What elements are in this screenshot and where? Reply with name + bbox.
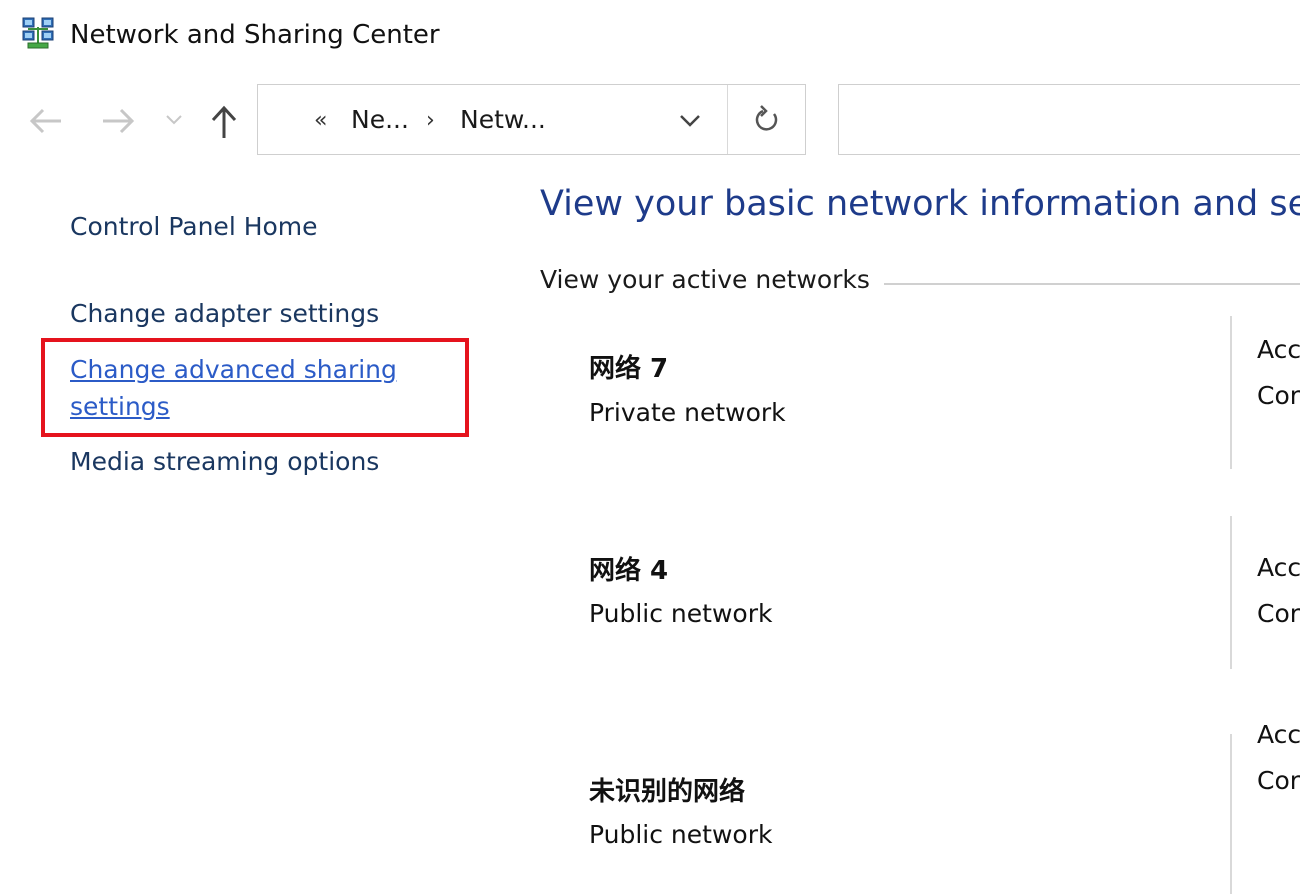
search-input[interactable]	[838, 84, 1300, 155]
access-type-label: Acc	[1257, 553, 1300, 582]
change-adapter-settings-link[interactable]: Change adapter settings	[70, 295, 379, 332]
back-arrow-icon	[29, 107, 63, 135]
network-name: 网络 7	[589, 354, 669, 384]
network-sharing-center-window: Network and Sharing Center « Ne... › Net…	[0, 0, 1300, 894]
forward-button[interactable]	[98, 104, 138, 138]
chevron-down-icon	[166, 115, 182, 125]
section-divider	[884, 283, 1300, 285]
connections-label: Cor	[1257, 599, 1300, 628]
refresh-icon	[754, 104, 780, 135]
network-divider	[1230, 316, 1232, 469]
active-networks-label: View your active networks	[540, 263, 882, 297]
refresh-button[interactable]	[728, 85, 806, 154]
access-type-label: Acc	[1257, 335, 1300, 364]
breadcrumb-item[interactable]: Netw...	[460, 104, 546, 136]
access-type-label: Acc	[1257, 720, 1300, 749]
network-name: 网络 4	[589, 556, 669, 586]
breadcrumb-separator[interactable]: ›	[426, 107, 435, 135]
network-name: 未识别的网络	[589, 777, 746, 807]
page-title: View your basic network information and …	[540, 184, 1300, 224]
chevron-down-icon	[679, 114, 701, 128]
connections-label: Cor	[1257, 381, 1300, 410]
control-panel-home-link[interactable]: Control Panel Home	[70, 208, 318, 245]
address-dropdown-button[interactable]	[672, 109, 708, 133]
forward-arrow-icon	[101, 107, 135, 135]
network-type: Public network	[589, 820, 773, 849]
media-streaming-options-link[interactable]: Media streaming options	[70, 443, 379, 480]
up-arrow-icon	[210, 105, 238, 139]
title-bar: Network and Sharing Center	[0, 0, 1300, 72]
breadcrumb-item[interactable]: Ne...	[351, 104, 409, 136]
connections-label: Cor	[1257, 766, 1300, 795]
window-title: Network and Sharing Center	[70, 20, 440, 50]
network-divider	[1230, 516, 1232, 669]
overflow-marker[interactable]: «	[314, 107, 327, 135]
network-divider	[1230, 734, 1232, 894]
back-button[interactable]	[26, 104, 66, 138]
highlight-box	[41, 338, 469, 437]
address-bar[interactable]: « Ne... › Netw...	[257, 84, 806, 155]
up-button[interactable]	[206, 104, 242, 140]
network-type: Private network	[589, 398, 786, 427]
network-type: Public network	[589, 599, 773, 628]
recent-locations-button[interactable]	[162, 110, 186, 130]
network-center-icon	[22, 17, 54, 51]
